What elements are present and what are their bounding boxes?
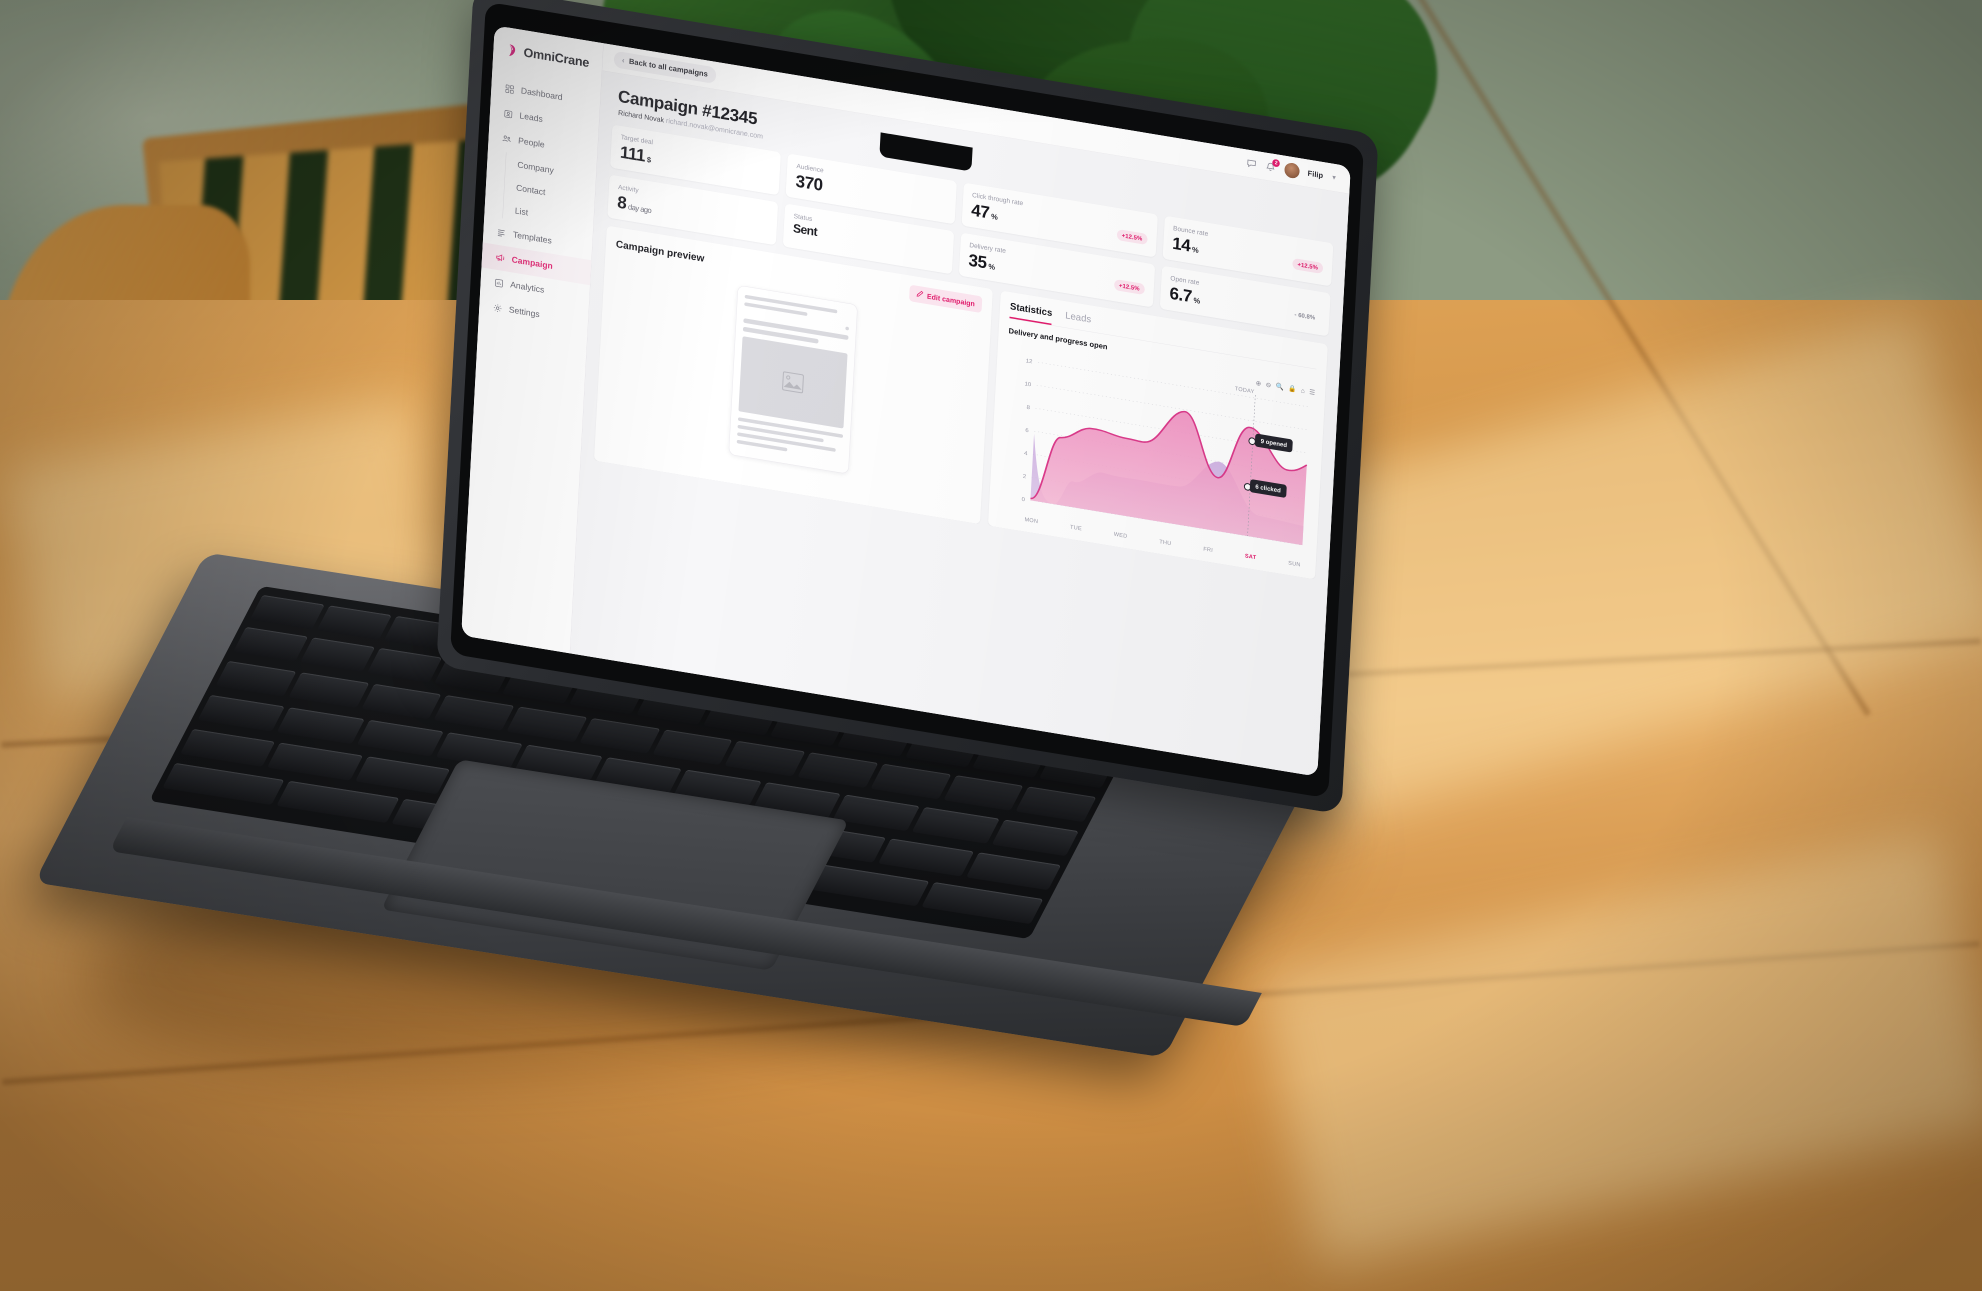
kpi-unit: % xyxy=(1191,245,1199,255)
back-label: Back to all campaigns xyxy=(628,56,709,79)
laptop: OmniCrane Dashboard Leads People Company… xyxy=(0,0,1982,1291)
kpi-value: 14 xyxy=(1171,233,1191,256)
svg-text:4: 4 xyxy=(1024,451,1028,457)
email-mockup xyxy=(728,284,858,475)
kpi-unit: % xyxy=(988,262,995,272)
chevron-left-icon: ‹ xyxy=(621,55,625,65)
zoom-out-icon[interactable]: ⊖ xyxy=(1266,381,1272,390)
kpi-value: 35 xyxy=(968,250,988,273)
crane-bird-logo-icon xyxy=(506,43,520,59)
lines-template-icon xyxy=(496,227,507,239)
kpi-delta-badge: - 60.8% xyxy=(1294,310,1316,321)
lock-icon[interactable]: 🔒 xyxy=(1288,384,1297,393)
svg-text:6: 6 xyxy=(1025,428,1029,434)
sidebar-item-label: Company xyxy=(517,159,555,176)
kpi-value: 370 xyxy=(795,171,824,195)
pencil-icon xyxy=(916,290,924,300)
user-name: Filip xyxy=(1307,168,1324,180)
kpi-unit: % xyxy=(1193,296,1200,306)
megaphone-icon xyxy=(495,252,506,264)
kpi-delta-badge: +12.5% xyxy=(1292,257,1324,274)
sidebar-item-label: Contact xyxy=(515,182,546,198)
sidebar-item-label: Settings xyxy=(508,304,540,320)
menu-icon[interactable]: ☰ xyxy=(1309,388,1315,397)
zoom-in-icon[interactable]: ⊕ xyxy=(1256,379,1262,388)
svg-text:10: 10 xyxy=(1024,381,1031,388)
sidebar-item-label: Analytics xyxy=(510,279,545,295)
sidebar-item-label: Campaign xyxy=(511,254,554,272)
home-icon[interactable]: ⌂ xyxy=(1301,386,1305,395)
svg-text:12: 12 xyxy=(1026,358,1033,365)
sidebar-item-label: Dashboard xyxy=(520,85,563,103)
kpi-delta-badge: +12.5% xyxy=(1116,228,1148,245)
kpi-unit: % xyxy=(990,212,998,222)
kpi-value: Sent xyxy=(792,221,818,239)
grid-dashboard-icon xyxy=(504,83,515,95)
edit-campaign-label: Edit campaign xyxy=(926,291,976,308)
series-opened-area xyxy=(1030,411,1307,546)
search-icon[interactable]: 🔍 xyxy=(1275,382,1284,391)
delivery-open-chart: 12 10 8 6 4 2 0 TODAY 9 opened 6 clicked xyxy=(999,347,1315,563)
sidebar-item-label: Templates xyxy=(512,229,553,246)
sidebar-item-label: Leads xyxy=(519,110,544,125)
chevron-down-icon[interactable]: ▼ xyxy=(1331,173,1337,181)
svg-text:2: 2 xyxy=(1023,474,1027,480)
contact-card-icon xyxy=(503,108,514,120)
chart-svg: 12 10 8 6 4 2 0 xyxy=(1021,358,1310,546)
svg-text:0: 0 xyxy=(1021,497,1025,503)
svg-text:8: 8 xyxy=(1026,405,1030,411)
sidebar-nav: Dashboard Leads People Company Contact L… xyxy=(479,73,601,335)
tab-leads[interactable]: Leads xyxy=(1065,310,1091,331)
kpi-value: 6.7 xyxy=(1169,283,1193,307)
bell-icon[interactable]: 2 xyxy=(1265,158,1281,174)
kpi-unit: day ago xyxy=(627,202,652,216)
bar-chart-icon xyxy=(494,277,505,289)
chat-bubble-icon[interactable] xyxy=(1246,158,1258,171)
kpi-unit: $ xyxy=(646,155,651,165)
kpi-value: 8 xyxy=(616,192,627,213)
brand-logo[interactable]: OmniCrane xyxy=(493,34,603,78)
statistics-panel: Statistics Leads Delivery and progress o… xyxy=(987,290,1328,580)
kpi-value: 47 xyxy=(970,200,990,223)
mockup-dot xyxy=(845,326,849,331)
image-placeholder-icon xyxy=(738,336,848,429)
sidebar-item-label: List xyxy=(514,205,529,218)
tab-statistics[interactable]: Statistics xyxy=(1009,301,1053,326)
people-icon xyxy=(501,133,512,145)
gear-icon xyxy=(492,302,503,314)
avatar[interactable] xyxy=(1284,161,1301,180)
sidebar-item-label: People xyxy=(517,135,545,150)
notification-badge: 2 xyxy=(1272,158,1281,168)
brand-name: OmniCrane xyxy=(523,45,590,70)
kpi-delta-badge: +12.5% xyxy=(1113,278,1145,295)
kpi-value: 111 xyxy=(619,142,646,166)
